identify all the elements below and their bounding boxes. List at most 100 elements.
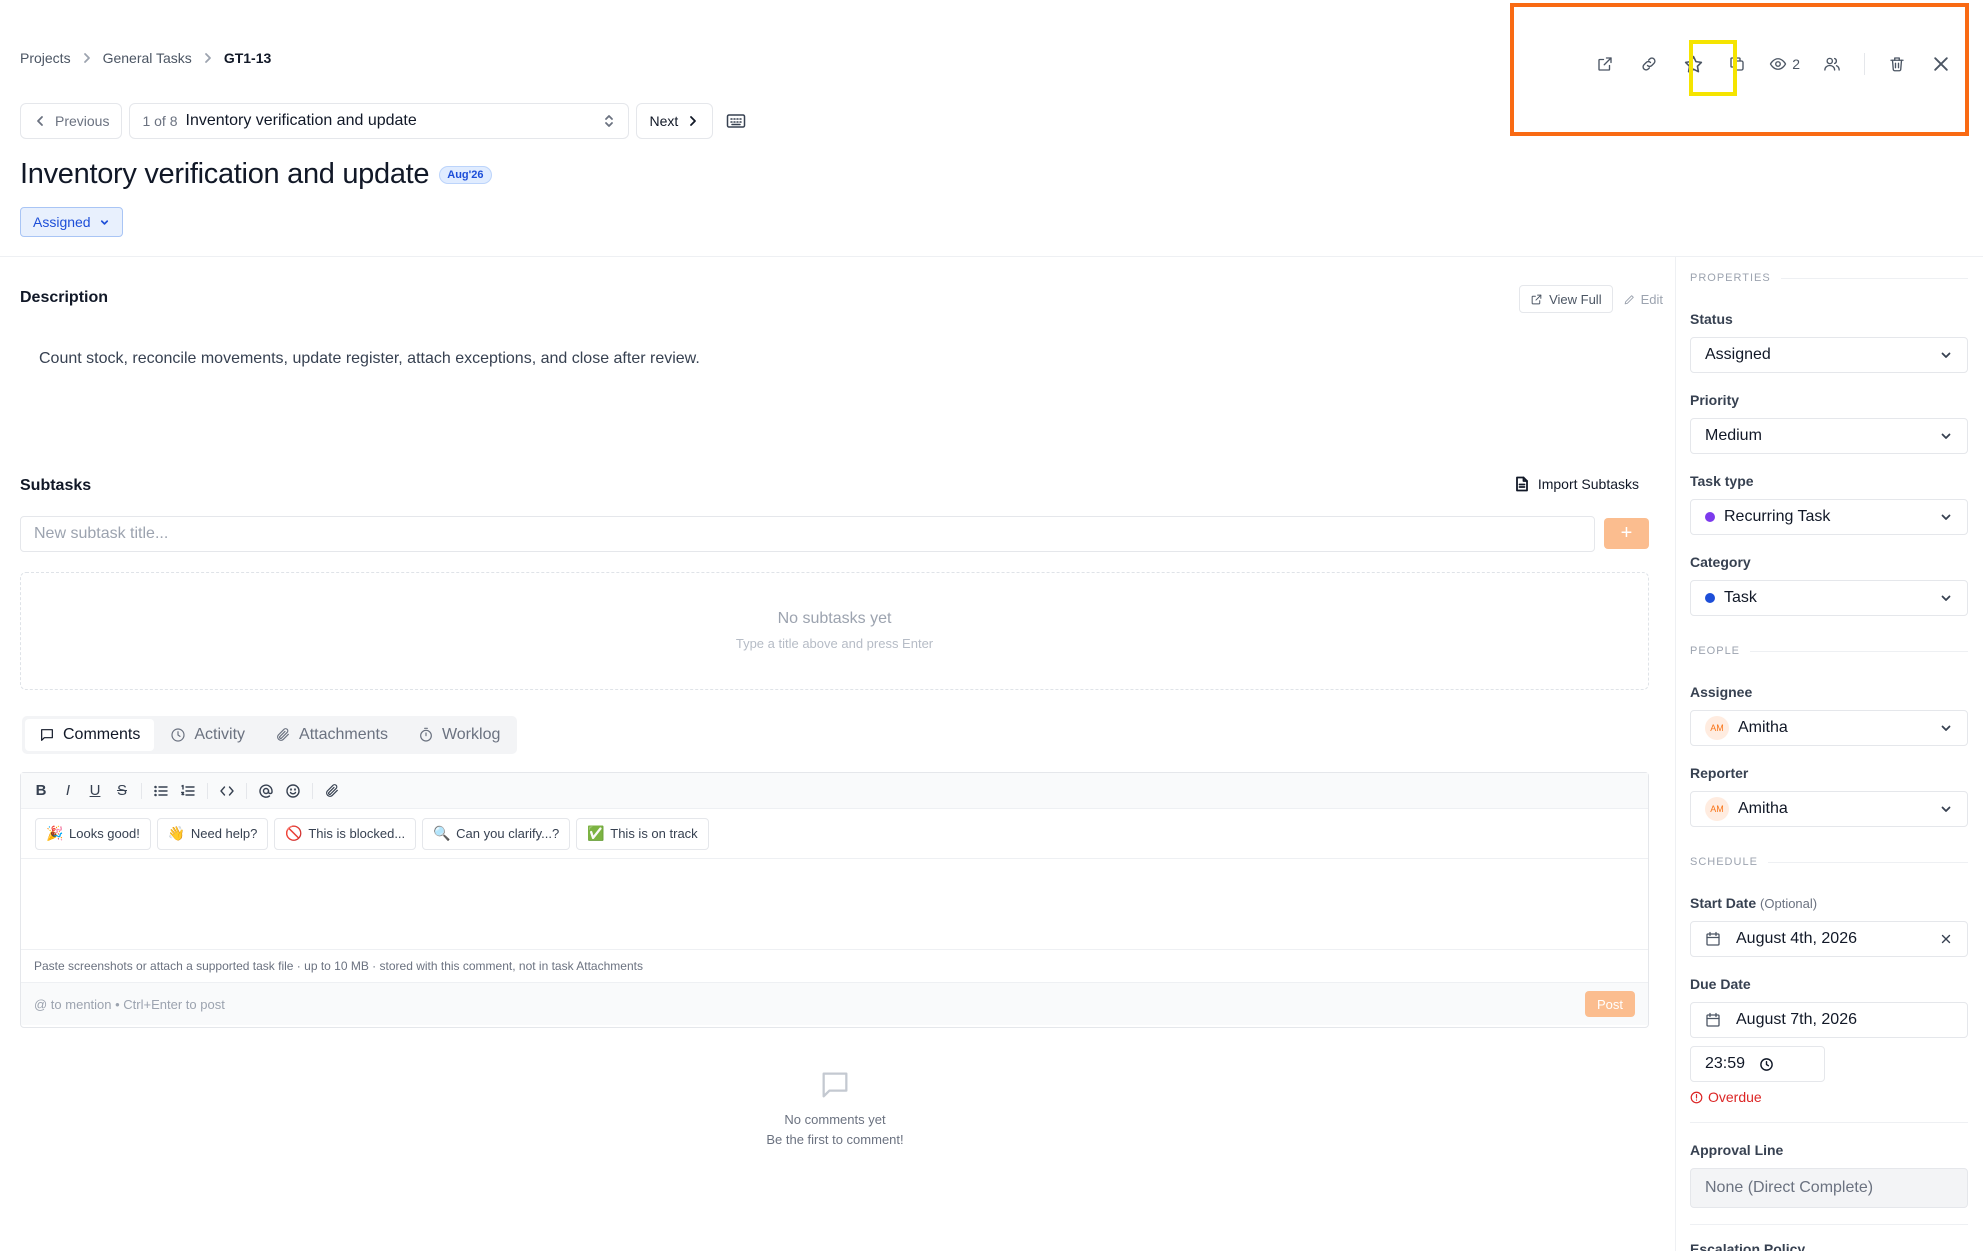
toolbar-divider: [312, 782, 313, 799]
chevron-down-icon: [1941, 806, 1951, 812]
toolbar-highlight-box: [1510, 3, 1969, 136]
numbered-list-icon[interactable]: [180, 783, 196, 799]
check-mark-icon: ✅: [587, 825, 605, 841]
previous-button[interactable]: Previous: [20, 103, 123, 139]
calendar-icon: [1706, 931, 1720, 946]
quick-reply-need-help[interactable]: 👋 Need help?: [156, 817, 269, 850]
clear-icon[interactable]: [1939, 932, 1953, 946]
code-icon[interactable]: [219, 783, 235, 799]
calendar-icon: [1706, 1012, 1720, 1027]
task-navigation: Previous 1 of 8 Inventory verification a…: [20, 103, 752, 139]
strikethrough-button[interactable]: S: [114, 782, 130, 799]
tab-comments[interactable]: Comments: [25, 719, 155, 751]
properties-heading-label: PROPERTIES: [1690, 272, 1771, 284]
quick-reply-label: Can you clarify...?: [456, 826, 560, 841]
breadcrumb-general-tasks[interactable]: General Tasks: [103, 50, 192, 66]
status-select[interactable]: Assigned: [1690, 337, 1968, 373]
start-date-label-text: Start Date: [1690, 895, 1757, 911]
status-value: Assigned: [1705, 346, 1771, 363]
quick-reply-on-track[interactable]: ✅ This is on track: [576, 817, 709, 850]
chevron-down-icon: [100, 219, 108, 225]
start-date-picker[interactable]: August 4th, 2026: [1690, 921, 1968, 957]
approval-line-label: Approval Line: [1690, 1142, 1784, 1158]
task-type-select[interactable]: Recurring Task: [1690, 499, 1968, 535]
status-dropdown[interactable]: Assigned: [20, 207, 123, 237]
view-full-button[interactable]: View Full: [1519, 285, 1613, 313]
message-square-icon: [822, 1072, 848, 1098]
due-date-picker[interactable]: August 7th, 2026: [1690, 1002, 1968, 1038]
quick-reply-label: Looks good!: [69, 826, 140, 841]
subtasks-heading: Subtasks: [20, 477, 92, 494]
task-title-row: Inventory verification and update Aug'26: [20, 158, 492, 191]
assignee-select[interactable]: AM Amitha: [1690, 710, 1968, 746]
people-heading: PEOPLE: [1690, 645, 1968, 657]
due-date-label: Due Date: [1690, 976, 1751, 992]
tab-worklog[interactable]: Worklog: [404, 719, 514, 751]
task-type-color-dot: [1705, 512, 1715, 522]
bold-button[interactable]: B: [33, 782, 49, 799]
external-link-icon: [1531, 294, 1542, 304]
chevron-down-icon: [1941, 725, 1951, 731]
emoji-icon[interactable]: [285, 783, 301, 799]
avatar: AM: [1705, 716, 1729, 740]
paperclip-icon: [277, 728, 289, 741]
previous-label: Previous: [55, 113, 110, 129]
task-title: Inventory verification and update: [20, 158, 430, 190]
tab-attachments-label: Attachments: [299, 726, 388, 743]
chevron-right-icon: [204, 53, 211, 63]
panel-section-divider: [1690, 1224, 1968, 1225]
italic-button[interactable]: I: [60, 782, 76, 799]
underline-button[interactable]: U: [87, 782, 103, 799]
mention-hint: @ to mention • Ctrl+Enter to post: [34, 996, 225, 1012]
quick-reply-clarify[interactable]: 🔍 Can you clarify...?: [422, 817, 571, 850]
schedule-heading-label: SCHEDULE: [1690, 856, 1758, 868]
task-selector[interactable]: 1 of 8 Inventory verification and update: [129, 103, 630, 139]
subtask-title-input[interactable]: New subtask title...: [20, 516, 1595, 552]
prohibited-icon: 🚫: [285, 825, 303, 841]
due-time-value: 23:59: [1705, 1055, 1746, 1072]
add-subtask-button[interactable]: +: [1604, 518, 1649, 549]
task-counter: 1 of 8: [142, 113, 178, 129]
category-value: Task: [1724, 589, 1757, 606]
category-select[interactable]: Task: [1690, 580, 1968, 616]
breadcrumb-projects[interactable]: Projects: [20, 50, 71, 66]
quick-reply-blocked[interactable]: 🚫 This is blocked...: [274, 817, 417, 850]
quick-replies: 🎉 Looks good! 👋 Need help? 🚫 This is blo…: [21, 809, 1648, 859]
message-square-icon: [41, 729, 53, 741]
priority-value: Medium: [1705, 427, 1762, 444]
empty-subtasks-title: No subtasks yet: [777, 610, 892, 627]
at-mention-icon[interactable]: [258, 783, 274, 799]
edit-description-button[interactable]: Edit: [1623, 292, 1663, 307]
import-subtasks-label: Import Subtasks: [1537, 476, 1639, 492]
priority-select[interactable]: Medium: [1690, 418, 1968, 454]
post-button[interactable]: Post: [1584, 991, 1635, 1017]
paperclip-icon[interactable]: [324, 783, 340, 799]
comment-textarea[interactable]: [21, 859, 1648, 949]
description-heading: Description: [20, 289, 109, 306]
chevron-down-icon: [1941, 595, 1951, 601]
chevron-left-icon: [37, 116, 43, 126]
import-subtasks-button[interactable]: Import Subtasks: [1515, 476, 1639, 492]
escalation-policy-label: Escalation Policy: [1690, 1241, 1806, 1251]
bullet-list-icon[interactable]: [153, 783, 169, 799]
no-comments-title: No comments yet: [784, 1112, 886, 1127]
assignee-label: Assignee: [1690, 684, 1753, 700]
tab-activity-label: Activity: [194, 726, 246, 743]
chevron-right-icon: [690, 116, 697, 126]
chevron-up-down-icon: [605, 115, 614, 127]
keyboard-shortcuts-button[interactable]: [720, 103, 752, 139]
comments-empty-state: No comments yet Be the first to comment!: [710, 1068, 960, 1150]
avatar: AM: [1705, 797, 1729, 821]
panel-divider: [1675, 256, 1676, 1251]
tab-activity[interactable]: Activity: [156, 719, 259, 751]
panel-section-divider: [1690, 1122, 1968, 1123]
next-button[interactable]: Next: [636, 103, 714, 139]
due-time-input[interactable]: 23:59: [1690, 1046, 1825, 1082]
keyboard-icon: [727, 114, 746, 128]
people-heading-label: PEOPLE: [1690, 645, 1741, 657]
reporter-select[interactable]: AM Amitha: [1690, 791, 1968, 827]
tab-attachments[interactable]: Attachments: [261, 719, 402, 751]
quick-reply-looks-good[interactable]: 🎉 Looks good!: [35, 817, 151, 850]
schedule-heading: SCHEDULE: [1690, 856, 1968, 868]
pencil-icon: [1624, 294, 1634, 304]
